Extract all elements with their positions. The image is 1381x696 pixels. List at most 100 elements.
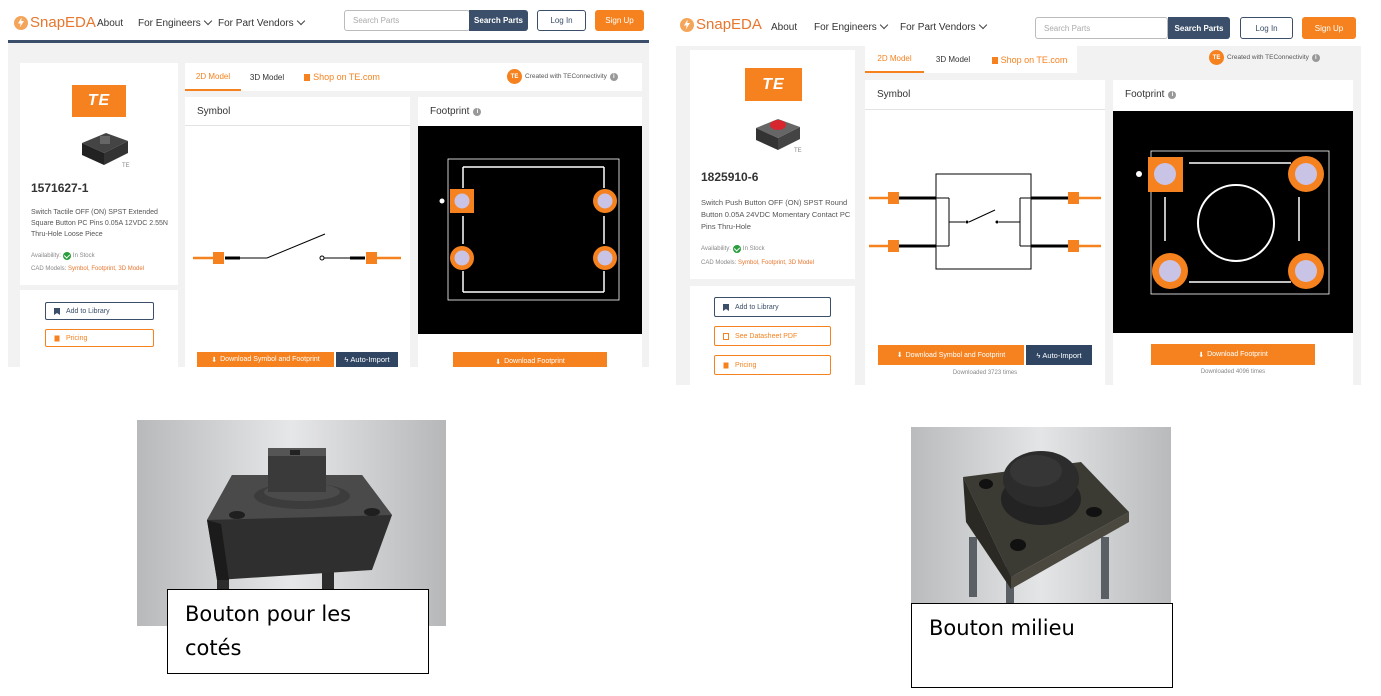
download-footprint-label: Download Footprint — [504, 358, 565, 365]
availability-value: In Stock — [742, 246, 765, 252]
te-credit: TE Created with TEConnectivity i — [507, 69, 618, 84]
footprint-panel: Footprint i ⬇ Download Footprint — [418, 97, 642, 367]
snapeda-logo[interactable]: SnapEDA — [680, 16, 762, 33]
download-footprint-button[interactable]: ⬇ Download Footprint — [1151, 344, 1315, 365]
svg-text:TE: TE — [122, 163, 130, 169]
cad-links[interactable]: Symbol, Footprint, 3D Model — [68, 266, 144, 272]
pricing-label: Pricing — [735, 361, 757, 369]
cad-label: CAD Models: — [31, 266, 67, 272]
te-brand-text: TE — [762, 75, 785, 93]
te-credit: TE Created with TEConnectivity i — [1209, 50, 1320, 65]
search-input[interactable]: Search Parts — [344, 10, 470, 31]
search-button[interactable]: Search Parts — [469, 10, 528, 31]
middle-button-3d-image — [911, 427, 1171, 604]
auto-import-button[interactable]: ϟ Auto-Import — [336, 352, 398, 367]
price-tag-icon — [723, 362, 729, 368]
download-icon: ⬇ — [495, 358, 502, 366]
bolt-icon: ϟ — [1036, 350, 1041, 360]
tab-2d-model[interactable]: 2D Model — [185, 63, 241, 91]
signup-button[interactable]: Sign Up — [1302, 17, 1356, 39]
model-tabs: 2D Model 3D Model Shop on TE.com TE Crea… — [865, 46, 1353, 73]
nav-about[interactable]: About — [97, 18, 123, 29]
footprint-canvas — [1113, 111, 1353, 333]
tab-3d-model[interactable]: 3D Model — [241, 63, 293, 91]
add-to-library-button[interactable]: Add to Library — [45, 302, 154, 320]
pricing-button[interactable]: Pricing — [714, 355, 831, 375]
info-icon[interactable]: i — [609, 72, 618, 81]
footprint-panel: Footprint i ⬇ Download Footprint Downloa… — [1113, 80, 1353, 385]
auto-import-label: Auto-Import — [350, 355, 390, 364]
download-symbol-button[interactable]: ⬇ Download Symbol and Footprint — [197, 352, 334, 367]
top-nav: SnapEDA About For Engineers For Part Ven… — [8, 8, 649, 43]
download-icon: ⬇ — [211, 356, 218, 364]
te-credit-text: Created with TEConnectivity — [525, 73, 607, 80]
switch-symbol-drawing — [869, 173, 1101, 270]
snapeda-logo-icon — [14, 15, 28, 30]
tab-2d-model[interactable]: 2D Model — [865, 46, 924, 73]
right-snapeda-screenshot: SnapEDA About For Engineers For Part Ven… — [676, 6, 1361, 385]
cad-links[interactable]: Symbol, Footprint, 3D Model — [738, 260, 814, 266]
chevron-down-icon — [978, 20, 987, 30]
add-to-library-button[interactable]: Add to Library — [714, 297, 831, 317]
search-button[interactable]: Search Parts — [1168, 17, 1230, 39]
te-brand-logo: TE — [72, 85, 126, 117]
availability-value: In Stock — [72, 253, 95, 259]
tab-shop-te[interactable]: Shop on TE.com — [297, 63, 387, 91]
nav-for-engineers[interactable]: For Engineers — [814, 20, 889, 33]
info-icon[interactable]: i — [1168, 90, 1177, 99]
pricing-button[interactable]: Pricing — [45, 329, 154, 347]
tab-3d-model[interactable]: 3D Model — [924, 46, 982, 73]
availability: Availability: In Stock — [31, 252, 95, 260]
download-symbol-button[interactable]: ⬇ Download Symbol and Footprint — [878, 345, 1024, 365]
availability-label: Availability: — [701, 246, 731, 252]
symbol-title: Symbol — [877, 89, 911, 100]
nav-for-engineers[interactable]: For Engineers — [138, 16, 213, 29]
footprint-drawing — [439, 158, 620, 301]
download-icon: ⬇ — [1198, 351, 1205, 359]
pricing-label: Pricing — [66, 334, 88, 342]
info-icon[interactable]: i — [1311, 53, 1320, 62]
snapeda-logo[interactable]: SnapEDA — [14, 14, 96, 31]
footprint-drawing — [1136, 150, 1330, 295]
action-card: Add to Library See Datasheet PDF Pricing — [690, 286, 855, 385]
pdf-icon — [723, 332, 729, 340]
tab-shop-label: Shop on TE.com — [1000, 54, 1068, 65]
footprint-title: Footprint — [430, 106, 470, 117]
caption-middle-button: Bouton milieu — [911, 603, 1173, 688]
availability: Availability: In Stock — [701, 245, 765, 253]
part-description: Switch Tactile OFF (ON) SPST Extended Sq… — [31, 209, 168, 238]
nav-for-vendors[interactable]: For Part Vendors — [218, 16, 305, 29]
caption-middle-text: Bouton milieu — [929, 616, 1075, 640]
search-input[interactable]: Search Parts — [1035, 17, 1168, 39]
info-icon[interactable]: i — [473, 107, 482, 116]
te-badge-icon: TE — [1209, 50, 1224, 65]
download-footprint-label: Download Footprint — [1207, 351, 1268, 358]
snapeda-logo-icon — [680, 17, 694, 32]
datasheet-button[interactable]: See Datasheet PDF — [714, 326, 831, 346]
nav-about[interactable]: About — [771, 22, 797, 33]
chevron-down-icon — [203, 16, 213, 26]
login-button[interactable]: Log In — [1240, 17, 1293, 39]
part-thumbnail: TE — [756, 119, 802, 154]
symbol-panel: Symbol ⬇ Download Symbol and Footprint ϟ… — [865, 80, 1105, 385]
footprint-download-count: Downloaded 4096 times — [1200, 369, 1266, 375]
price-tag-icon — [54, 335, 60, 341]
footprint-title-wrap: Footprint i — [1125, 89, 1177, 100]
download-footprint-button[interactable]: ⬇ Download Footprint — [453, 352, 607, 367]
chevron-down-icon — [296, 16, 305, 26]
check-circle-icon — [62, 252, 71, 260]
logo-text: SnapEDA — [696, 16, 762, 33]
cad-models: CAD Models: Symbol, Footprint, 3D Model — [31, 266, 144, 272]
signup-button[interactable]: Sign Up — [595, 10, 644, 31]
auto-import-button[interactable]: ϟ Auto-Import — [1026, 345, 1092, 365]
availability-label: Availability: — [31, 253, 61, 259]
bolt-icon: ϟ — [344, 355, 349, 364]
te-brand-text: TE — [87, 92, 111, 109]
left-snapeda-screenshot: SnapEDA About For Engineers For Part Ven… — [8, 8, 649, 367]
tab-shop-te[interactable]: Shop on TE.com — [982, 46, 1077, 73]
bookmark-icon — [54, 307, 60, 315]
download-icon: ⬇ — [896, 352, 903, 359]
download-symbol-label: Download Symbol and Footprint — [905, 351, 1006, 359]
login-button[interactable]: Log In — [537, 10, 586, 31]
nav-for-vendors[interactable]: For Part Vendors — [900, 20, 987, 33]
